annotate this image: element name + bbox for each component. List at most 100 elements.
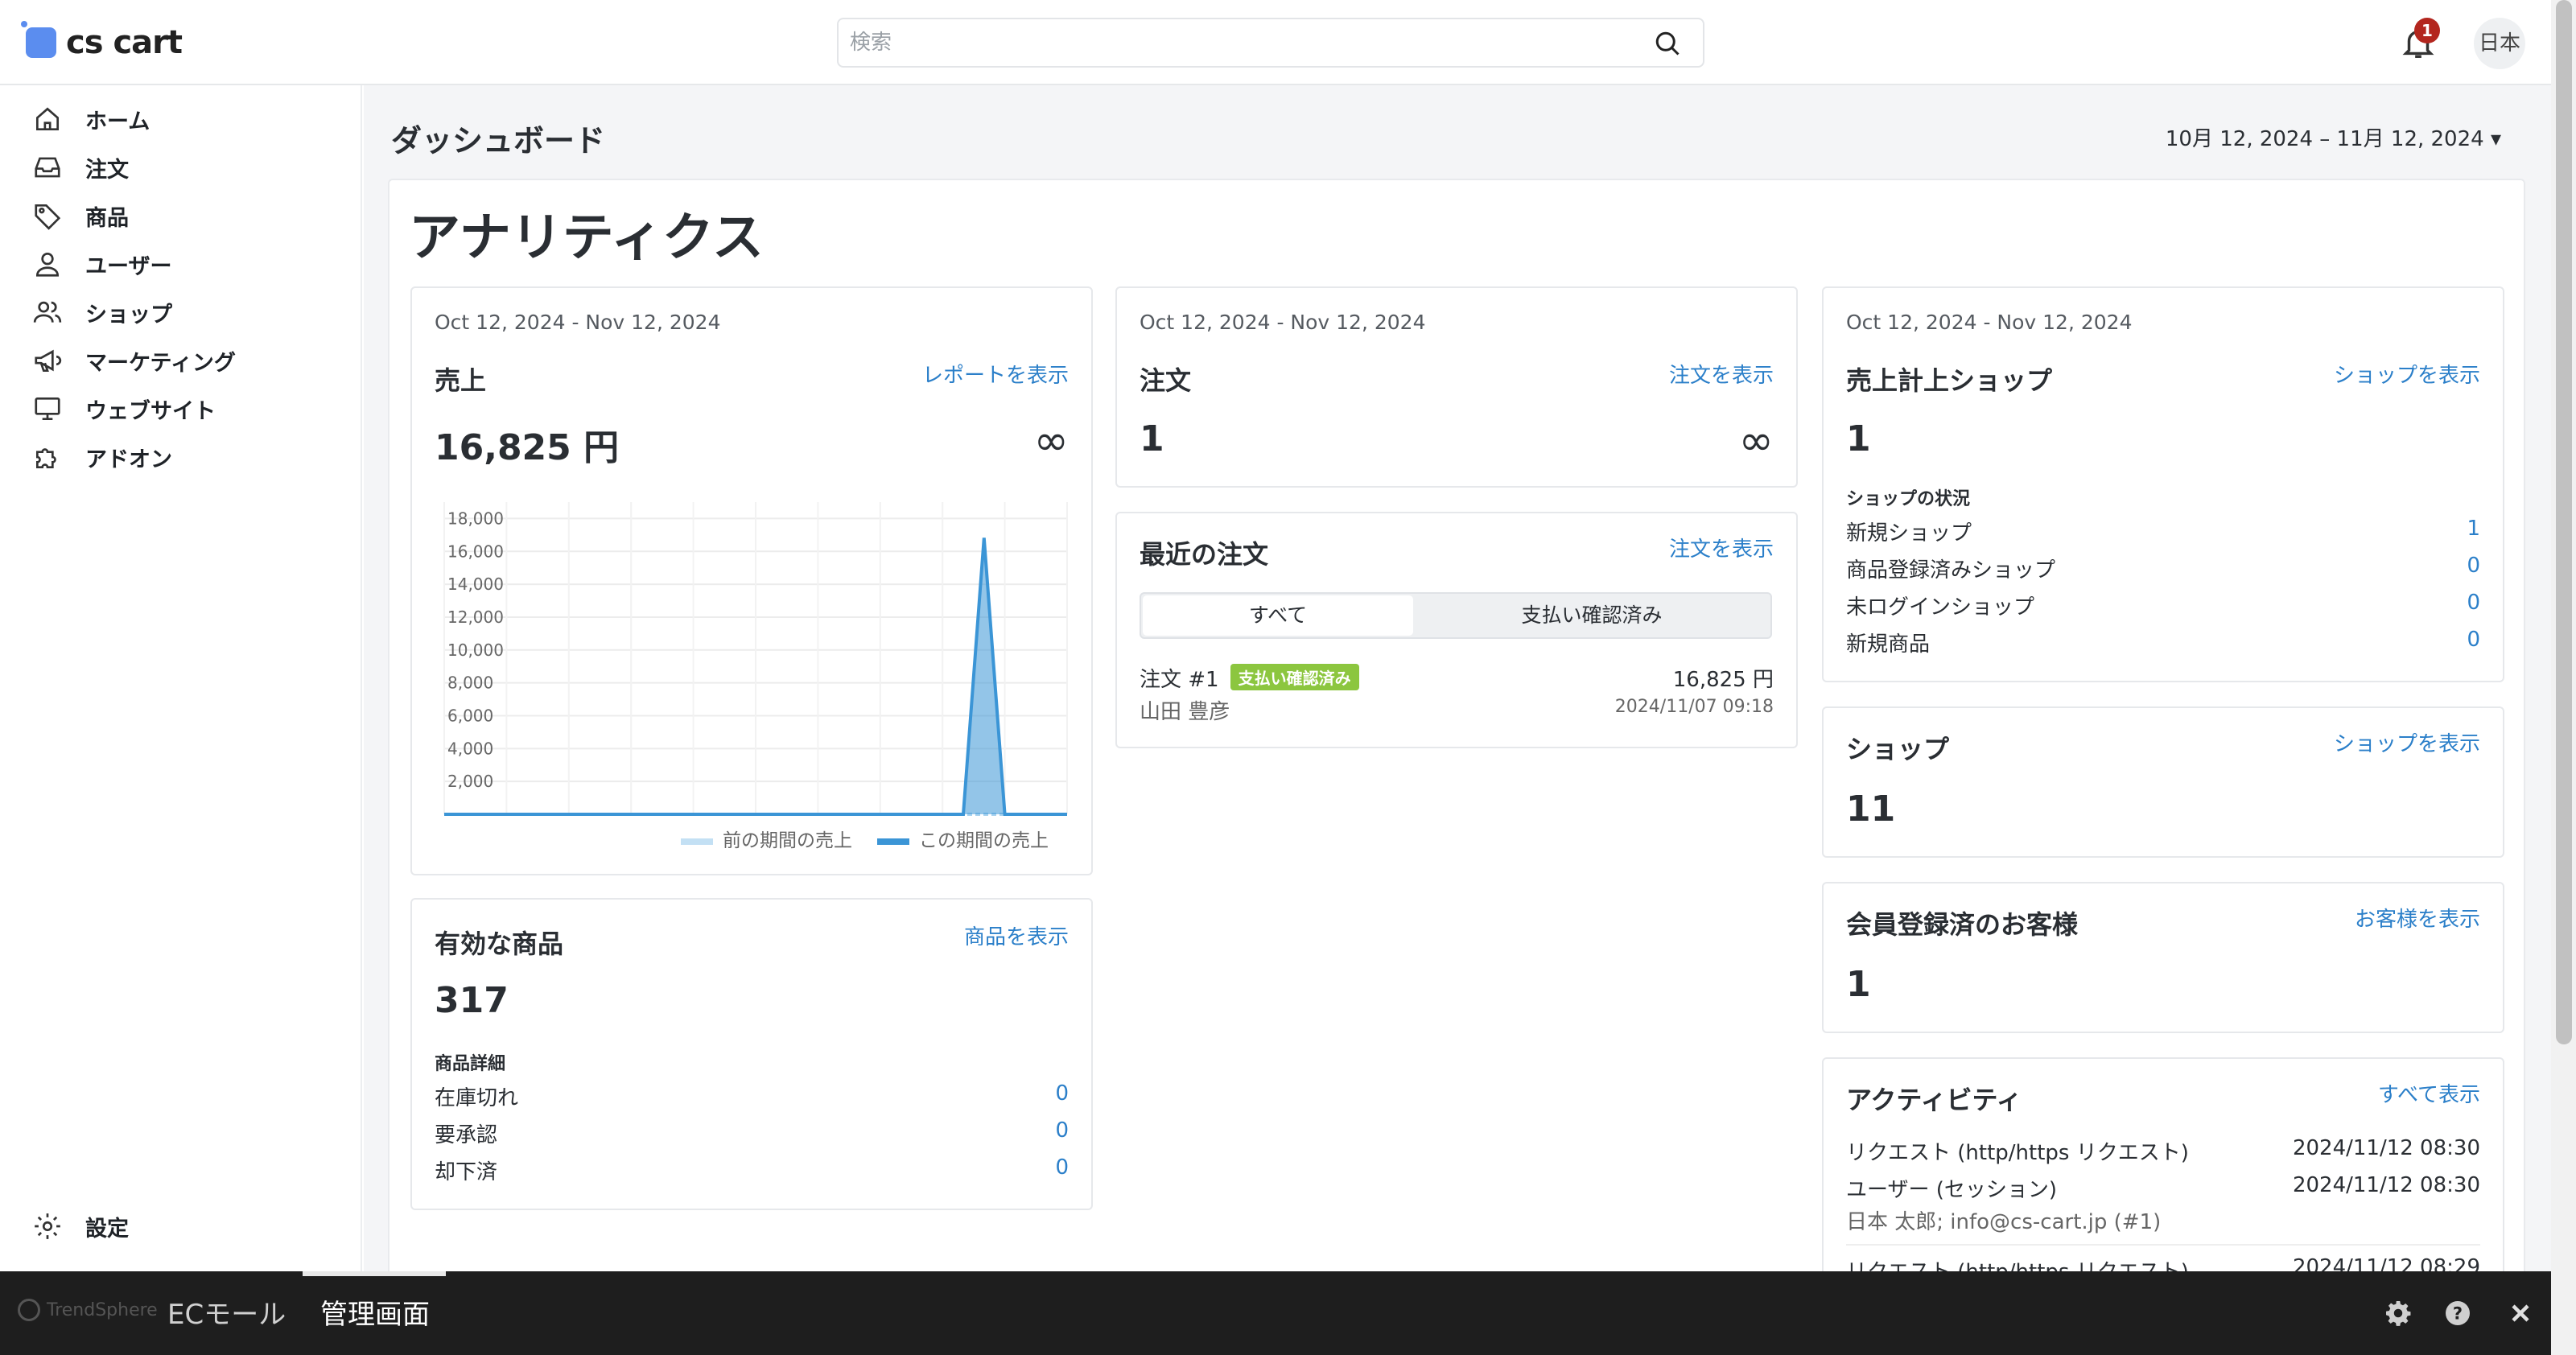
order-amount: 16,825 円 — [1672, 668, 1774, 692]
search-box — [837, 18, 1704, 68]
sidebar-item-products[interactable]: 商品 — [32, 193, 129, 238]
period-label: Oct 12, 2024 - Nov 12, 2024 — [435, 311, 721, 334]
svg-text:?: ? — [2453, 1304, 2463, 1324]
stat-row: 新規ショップ 1 — [1846, 517, 2480, 549]
stat-label: 商品登録済みショップ — [1846, 558, 2056, 583]
products-value: 317 — [435, 980, 509, 1021]
sales-value: 16,825 円 — [435, 427, 620, 468]
stat-value[interactable]: 1 — [2467, 517, 2480, 541]
view-products-link[interactable]: 商品を表示 — [964, 920, 1069, 950]
help-icon[interactable]: ? — [2443, 1299, 2472, 1328]
sidebar-item-label: ショップ — [85, 302, 172, 327]
stat-row: 却下済 0 — [435, 1155, 1069, 1188]
stat-row: 新規商品 0 — [1846, 628, 2480, 660]
stat-label: 要承認 — [435, 1123, 498, 1147]
activity-detail: 日本 太郎; info@cs-cart.jp (#1) — [1846, 1210, 2162, 1234]
stat-value[interactable]: 0 — [1055, 1155, 1069, 1180]
sidebar-item-orders[interactable]: 注文 — [32, 145, 129, 190]
search-input[interactable] — [839, 19, 1611, 66]
order-tabs: すべて 支払い確認済み — [1140, 592, 1772, 639]
gear-icon — [35, 1213, 60, 1239]
section-subhead: ショップの状況 — [1846, 489, 1971, 509]
activity-row: ユーザー (セッション) 2024/11/12 08:30 — [1846, 1173, 2480, 1205]
status-badge: 支払い確認済み — [1230, 664, 1359, 690]
card-title: 最近の注文 — [1140, 539, 1269, 570]
order-date: 2024/11/07 09:18 — [1614, 697, 1774, 717]
sidebar-item-label: アドオン — [85, 447, 172, 472]
view-all-link[interactable]: すべて表示 — [2378, 1078, 2480, 1108]
shops-value: 11 — [1846, 789, 1896, 830]
view-shops-link[interactable]: ショップを表示 — [2334, 727, 2480, 757]
stat-value[interactable]: 0 — [1055, 1081, 1069, 1106]
puzzle-icon — [35, 448, 56, 469]
sidebar-item-home[interactable]: ホーム — [32, 97, 150, 142]
sidebar-item-label: 設定 — [85, 1216, 129, 1242]
change-indicator: ∞ — [1738, 417, 1774, 465]
search-icon[interactable] — [1653, 29, 1682, 58]
users-icon — [33, 301, 62, 323]
sidebar-item-users[interactable]: ユーザー — [32, 241, 171, 286]
stat-value[interactable]: 0 — [1055, 1118, 1069, 1143]
y-tick-label: 12,000 — [447, 607, 504, 627]
section-subhead: 商品詳細 — [435, 1054, 506, 1074]
order-number[interactable]: 注文 #1 — [1140, 668, 1219, 692]
sidebar-item-website[interactable]: ウェブサイト — [32, 386, 216, 431]
stat-value[interactable]: 0 — [2467, 554, 2480, 578]
legend-swatch — [877, 838, 909, 845]
sidebar-item-marketing[interactable]: マーケティング — [32, 338, 236, 383]
customers-card: 会員登録済のお客様 お客様を表示 1 — [1822, 882, 2504, 1033]
change-indicator: ∞ — [1033, 417, 1069, 465]
stat-label: 在庫切れ — [435, 1086, 519, 1110]
stat-value[interactable]: 0 — [2467, 591, 2480, 615]
order-row[interactable]: 注文 #1 支払い確認済み 16,825 円 — [1140, 663, 1774, 695]
sidebar-item-label: 商品 — [85, 205, 129, 231]
user-icon — [35, 252, 60, 277]
card-title: ショップ — [1846, 734, 1950, 764]
sidebar-item-label: ホーム — [85, 109, 150, 134]
view-orders-link[interactable]: 注文を表示 — [1669, 359, 1774, 389]
sidebar-item-shops[interactable]: ショップ — [32, 290, 172, 335]
tab-ec-mall[interactable]: ECモール — [167, 1292, 286, 1332]
y-tick-label: 4,000 — [447, 739, 493, 758]
view-shops-link[interactable]: ショップを表示 — [2334, 359, 2480, 389]
stat-value[interactable]: 0 — [2467, 628, 2480, 652]
stat-row: 在庫切れ 0 — [435, 1081, 1069, 1114]
tab-payment-confirmed[interactable]: 支払い確認済み — [1413, 595, 1770, 636]
date-range-picker[interactable]: 10月 12, 2024 – 11月 12, 2024 ▾ — [2166, 122, 2501, 152]
stat-row: 商品登録済みショップ 0 — [1846, 554, 2480, 586]
shops-card: ショップ ショップを表示 11 — [1822, 706, 2504, 858]
legend-label[interactable]: 前の期間の売上 — [723, 830, 852, 851]
sidebar-item-addons[interactable]: アドオン — [32, 435, 172, 480]
view-orders-link[interactable]: 注文を表示 — [1669, 533, 1774, 562]
view-report-link[interactable]: レポートを表示 — [922, 359, 1069, 389]
tab-all[interactable]: すべて — [1143, 595, 1413, 636]
close-icon[interactable] — [2506, 1299, 2535, 1328]
activity-label: リクエスト (http/https リクエスト) — [1846, 1141, 2189, 1165]
language-selector[interactable]: 日本 — [2474, 18, 2525, 69]
logo[interactable]: cs cart — [21, 21, 183, 63]
gear-icon[interactable] — [2384, 1299, 2413, 1328]
sidebar-item-label: ウェブサイト — [85, 398, 216, 424]
sidebar-item-settings[interactable]: 設定 — [32, 1204, 129, 1249]
activity-row: リクエスト (http/https リクエスト) 2024/11/12 08:30 — [1846, 1136, 2480, 1168]
customer-name: 山田 豊彦 — [1140, 700, 1230, 724]
logo-mark — [21, 21, 56, 58]
card-title: 売上計上ショップ — [1846, 365, 2053, 396]
top-bar: cs cart 1 日本 — [0, 0, 2551, 85]
stat-label: 新規ショップ — [1846, 521, 1972, 546]
sidebar-item-label: 注文 — [85, 157, 129, 183]
view-customers-link[interactable]: お客様を表示 — [2355, 903, 2480, 933]
stat-row: 要承認 0 — [435, 1118, 1069, 1151]
card-title: 有効な商品 — [435, 929, 564, 959]
brand-logo-icon — [18, 1299, 40, 1321]
tab-admin[interactable]: 管理画面 — [320, 1292, 430, 1332]
brand-name: TrendSphere — [47, 1299, 158, 1320]
card-title: 会員登録済のお客様 — [1846, 909, 2079, 940]
legend-label[interactable]: この期間の売上 — [919, 830, 1049, 851]
y-tick-label: 16,000 — [447, 542, 504, 561]
scrollbar-thumb[interactable] — [2556, 0, 2572, 1044]
page-title: ダッシュボード — [391, 123, 606, 159]
activity-label: ユーザー (セッション) — [1846, 1178, 2058, 1202]
y-tick-label: 8,000 — [447, 673, 493, 693]
period-label: Oct 12, 2024 - Nov 12, 2024 — [1846, 311, 2133, 334]
